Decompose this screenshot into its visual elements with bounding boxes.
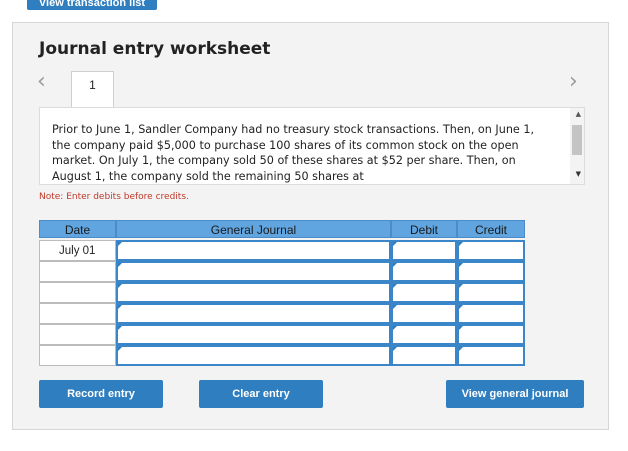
date-cell: July 01 [39,240,116,261]
debit-input[interactable] [391,240,457,261]
clear-entry-button[interactable]: Clear entry [199,380,323,408]
account-input[interactable] [116,240,391,261]
credit-input[interactable] [457,240,525,261]
note-text: Note: Enter debits before credits. [39,192,189,202]
date-cell [39,324,116,345]
scroll-thumb[interactable] [572,125,582,155]
worksheet-title: Journal entry worksheet [39,39,271,59]
header-debit: Debit [391,220,457,238]
account-input[interactable] [116,324,391,345]
credit-input[interactable] [457,345,525,366]
credit-input[interactable] [457,261,525,282]
debit-input[interactable] [391,282,457,303]
account-input[interactable] [116,345,391,366]
view-transaction-list-button[interactable]: View transaction list [27,0,157,10]
question-text: Prior to June 1, Sandler Company had no … [52,123,535,183]
record-entry-button[interactable]: Record entry [39,380,163,408]
chevron-left-icon[interactable]: ‹ [37,71,46,93]
date-cell [39,345,116,366]
account-input[interactable] [116,261,391,282]
account-input[interactable] [116,303,391,324]
header-date: Date [39,220,116,238]
scrollbar[interactable]: ▲ ▼ [570,108,584,184]
credit-input[interactable] [457,282,525,303]
chevron-right-icon[interactable]: › [569,71,578,93]
debit-input[interactable] [391,261,457,282]
debit-input[interactable] [391,303,457,324]
question-text-box[interactable]: Prior to June 1, Sandler Company had no … [39,107,585,185]
header-credit: Credit [457,220,525,238]
debit-input[interactable] [391,345,457,366]
date-cell [39,261,116,282]
view-general-journal-button[interactable]: View general journal [446,380,584,408]
journal-grid: Date General Journal Debit Credit July 0… [39,220,525,366]
scroll-down-icon[interactable]: ▼ [576,170,581,178]
date-cell [39,282,116,303]
scroll-up-icon[interactable]: ▲ [576,110,581,118]
debit-input[interactable] [391,324,457,345]
date-value: July 01 [59,245,96,257]
tab-1[interactable]: 1 [71,71,114,107]
date-cell [39,303,116,324]
credit-input[interactable] [457,324,525,345]
credit-input[interactable] [457,303,525,324]
account-input[interactable] [116,282,391,303]
journal-entry-worksheet-panel: Journal entry worksheet ‹ 1 › Prior to J… [12,22,609,430]
header-general-journal: General Journal [116,220,391,238]
